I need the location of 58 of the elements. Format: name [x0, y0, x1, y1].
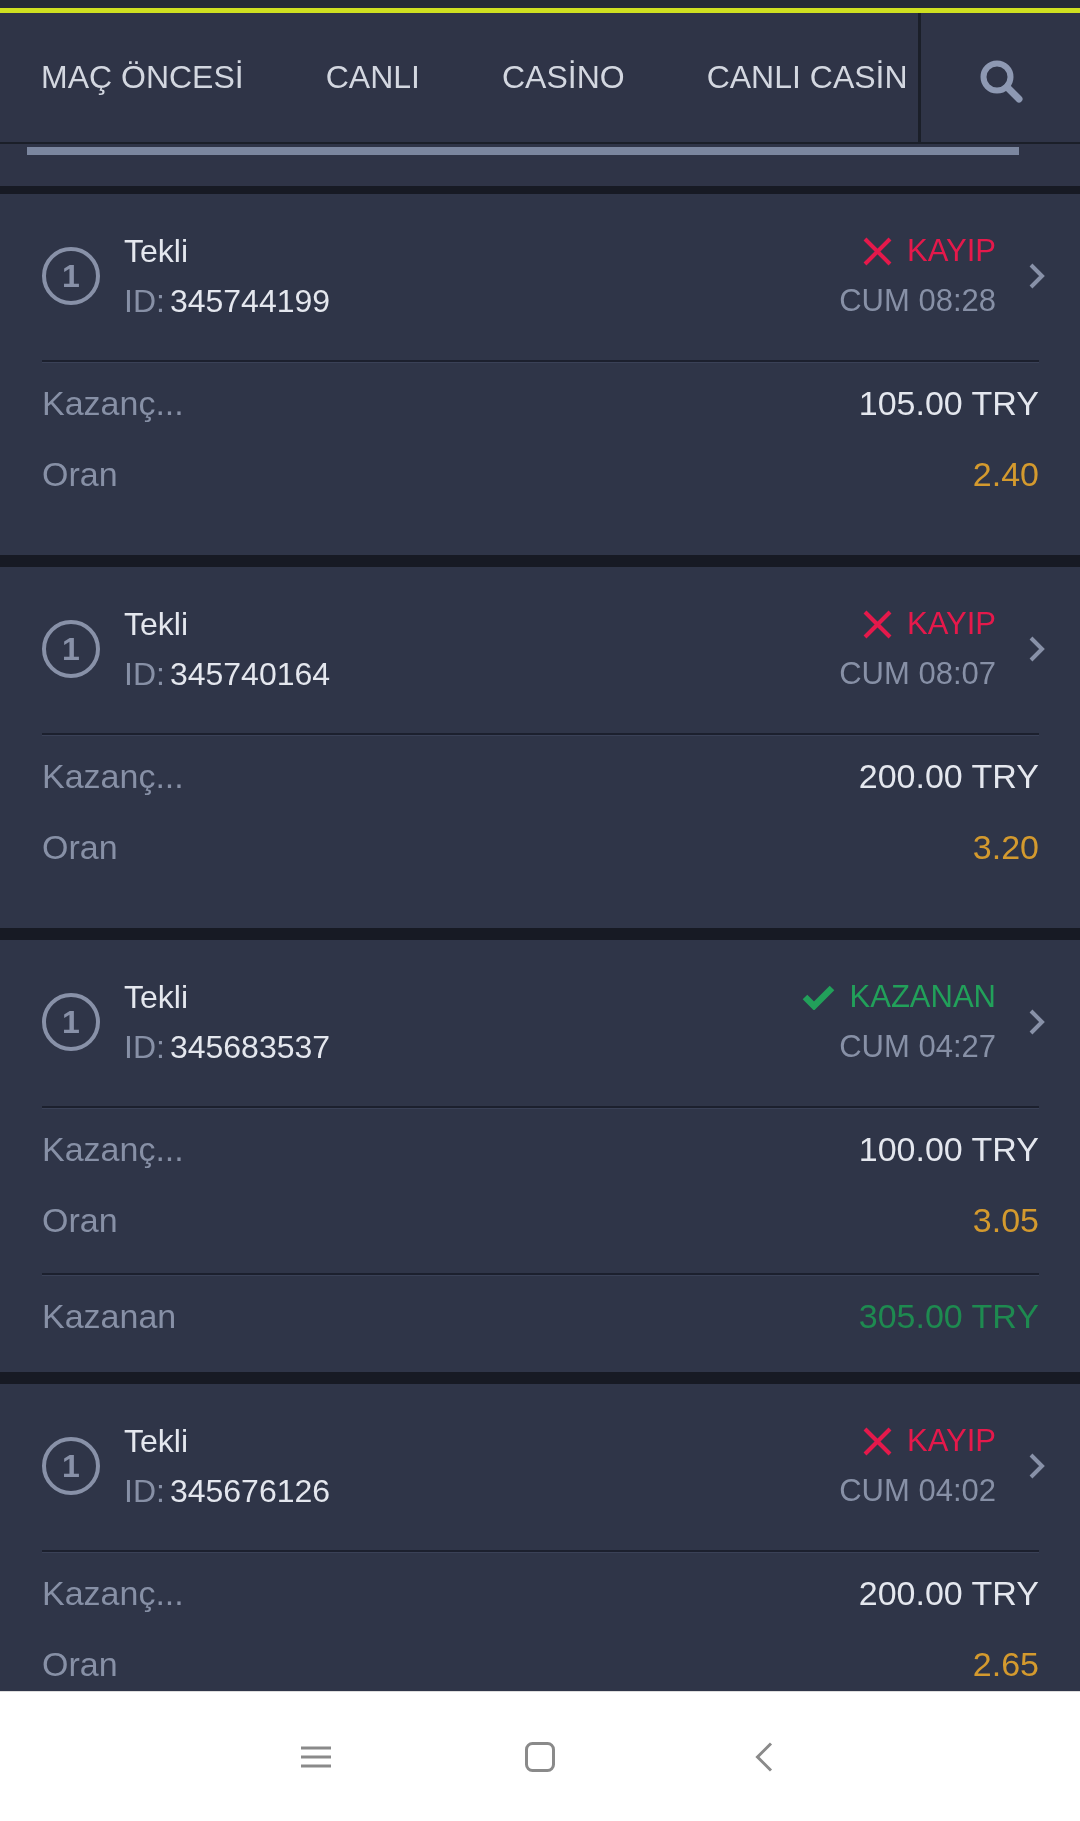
home-icon — [525, 1741, 555, 1772]
bet-id: 345744199 — [169, 282, 331, 321]
id-label: ID: — [124, 282, 165, 321]
id-label: ID: — [124, 655, 165, 694]
bet-time: CUM 04:27 — [839, 1028, 996, 1066]
status-label: KAYIP — [906, 232, 996, 270]
status-label: KAYIP — [906, 1422, 996, 1460]
search-icon — [978, 58, 1023, 103]
nav-tab[interactable]: CANLI CASİN — [665, 13, 918, 142]
chevron-icon[interactable] — [1028, 1008, 1045, 1036]
stake-amount: 200.00 TRY — [858, 757, 1039, 796]
odds-label: Oran — [42, 455, 118, 494]
back-icon — [755, 1741, 773, 1772]
selection-count: 1 — [42, 620, 100, 678]
cross-icon — [862, 1426, 892, 1456]
nav-tab[interactable]: CASİNO — [460, 13, 666, 142]
stake-label: Kazanç... — [42, 757, 184, 796]
id-label: ID: — [124, 1028, 165, 1067]
bet-type: Tekli — [124, 232, 188, 271]
stake-label: Kazanç... — [42, 1130, 184, 1169]
cross-icon — [862, 609, 892, 639]
bet-type: Tekli — [124, 1422, 188, 1461]
nav-tab[interactable]: MAÇ ÖNCESİ — [0, 13, 285, 142]
chevron-icon[interactable] — [1028, 1452, 1045, 1480]
odds-label: Oran — [42, 828, 118, 867]
odds-value: 3.20 — [972, 828, 1039, 867]
bet-type: Tekli — [124, 978, 188, 1017]
selection-count: 1 — [42, 247, 100, 305]
chevron-icon[interactable] — [1028, 262, 1045, 290]
winnings-amount: 305.00 TRY — [858, 1297, 1039, 1336]
status-label: KAZANAN — [849, 978, 996, 1016]
menu-icon — [301, 1745, 331, 1768]
odds-value: 2.40 — [972, 455, 1039, 494]
check-icon — [801, 984, 835, 1010]
odds-value: 3.05 — [972, 1201, 1039, 1240]
bet-id: 345740164 — [169, 655, 331, 694]
id-label: ID: — [124, 1472, 165, 1511]
bet-id: 345676126 — [169, 1472, 331, 1511]
status-label: KAYIP — [906, 605, 996, 643]
odds-label: Oran — [42, 1201, 118, 1240]
bet-type: Tekli — [124, 605, 188, 644]
stake-amount: 105.00 TRY — [858, 384, 1039, 423]
bet-time: CUM 04:02 — [839, 1472, 996, 1510]
odds-label: Oran — [42, 1645, 118, 1684]
stake-label: Kazanç... — [42, 384, 184, 423]
bet-time: CUM 08:07 — [839, 655, 996, 693]
nav-tab[interactable]: CANLI — [284, 13, 461, 142]
winnings-label: Kazanan — [42, 1297, 177, 1336]
selection-count: 1 — [42, 993, 100, 1051]
chevron-icon[interactable] — [1028, 635, 1045, 663]
bet-id: 345683537 — [169, 1028, 331, 1067]
stake-amount: 200.00 TRY — [858, 1574, 1039, 1613]
bet-time: CUM 08:28 — [839, 282, 996, 320]
stake-label: Kazanç... — [42, 1574, 184, 1613]
odds-value: 2.65 — [972, 1645, 1039, 1684]
selection-count: 1 — [42, 1437, 100, 1495]
stake-amount: 100.00 TRY — [858, 1130, 1039, 1169]
cross-icon — [862, 236, 892, 266]
